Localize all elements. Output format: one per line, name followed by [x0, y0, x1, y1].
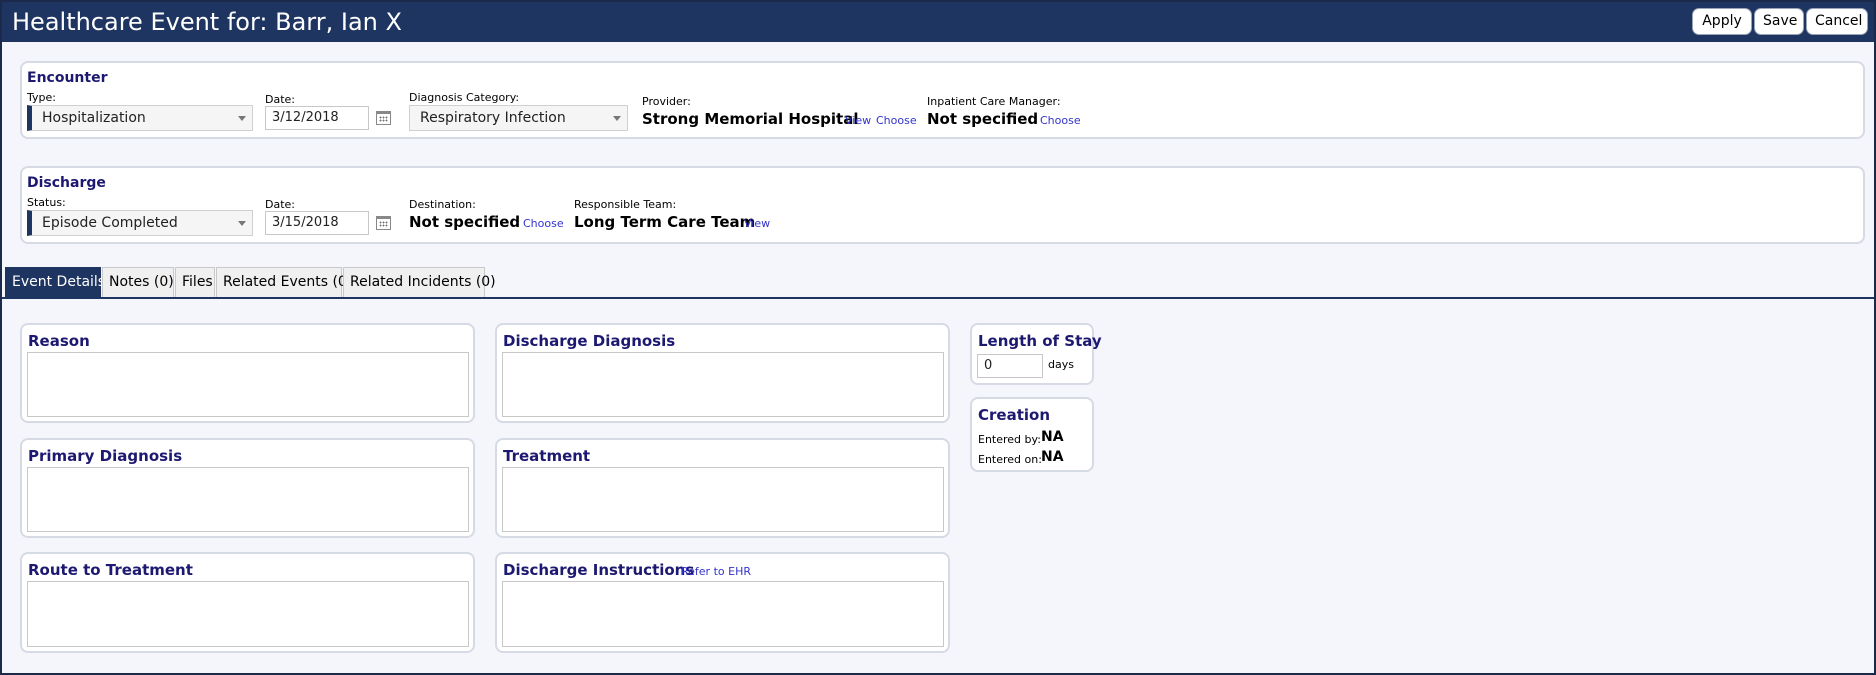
- reason-textarea[interactable]: [27, 352, 469, 417]
- diagnosis-category-label: Diagnosis Category:: [409, 91, 520, 104]
- chevron-down-icon: [238, 116, 246, 121]
- tab-related-events[interactable]: Related Events (0): [216, 267, 352, 297]
- chevron-down-icon: [238, 221, 246, 226]
- encounter-type-select[interactable]: Hospitalization: [27, 105, 253, 131]
- destination-label: Destination:: [409, 198, 476, 211]
- length-of-stay-card: Length of Stay 0 days: [970, 323, 1102, 385]
- creation-title: Creation: [978, 406, 1050, 424]
- responsible-team-label: Responsible Team:: [574, 198, 677, 211]
- tab-files[interactable]: Files: [175, 267, 215, 297]
- discharge-instructions-card: Discharge Instructions Refer to EHR: [495, 552, 950, 653]
- primary-diagnosis-textarea[interactable]: [27, 467, 469, 532]
- diagnosis-category-select[interactable]: Respiratory Infection: [409, 105, 628, 131]
- primary-diagnosis-card: Primary Diagnosis: [20, 438, 475, 538]
- cancel-button[interactable]: Cancel: [1806, 8, 1868, 35]
- diagnosis-category-value: Respiratory Infection: [420, 110, 566, 126]
- encounter-date-label: Date:: [265, 93, 295, 106]
- treatment-card: Treatment: [495, 438, 950, 538]
- chevron-down-icon: [613, 116, 621, 121]
- treatment-title: Treatment: [503, 447, 591, 465]
- encounter-title: Encounter: [27, 70, 108, 86]
- route-to-treatment-title: Route to Treatment: [28, 561, 193, 579]
- discharge-date-label: Date:: [265, 198, 295, 211]
- discharge-instructions-textarea[interactable]: [502, 581, 944, 647]
- discharge-diagnosis-title: Discharge Diagnosis: [503, 332, 676, 350]
- reason-card: Reason: [20, 323, 475, 423]
- destination-choose-link[interactable]: Choose: [523, 217, 564, 230]
- treatment-textarea[interactable]: [502, 467, 944, 532]
- reason-title: Reason: [28, 332, 90, 350]
- encounter-date-input[interactable]: 3/12/2018: [265, 106, 369, 130]
- provider-choose-link[interactable]: Choose: [876, 114, 917, 127]
- save-button[interactable]: Save: [1754, 8, 1804, 35]
- inpatient-care-manager-label: Inpatient Care Manager:: [927, 95, 1061, 108]
- page-title: Healthcare Event for: Barr, Ian X: [12, 8, 402, 36]
- route-to-treatment-textarea[interactable]: [27, 581, 469, 647]
- discharge-diagnosis-textarea[interactable]: [502, 352, 944, 417]
- encounter-type-label: Type:: [27, 91, 56, 104]
- tab-related-incidents[interactable]: Related Incidents (0): [343, 267, 496, 297]
- destination-value: Not specified: [409, 213, 521, 231]
- inpatient-care-manager-value: Not specified: [927, 110, 1039, 128]
- creation-card: Creation Entered by: NA Entered on: NA: [970, 397, 1094, 472]
- primary-diagnosis-title: Primary Diagnosis: [28, 447, 183, 465]
- calendar-icon[interactable]: [376, 111, 391, 125]
- length-of-stay-input[interactable]: 0: [977, 354, 1043, 378]
- responsible-team-value: Long Term Care Team: [574, 213, 756, 231]
- provider-label: Provider:: [642, 95, 691, 108]
- length-of-stay-unit: days: [1048, 358, 1074, 371]
- discharge-status-label: Status:: [27, 196, 66, 209]
- entered-by-label: Entered by:: [978, 433, 1041, 446]
- tab-notes[interactable]: Notes (0): [102, 267, 174, 297]
- entered-on-value: NA: [1041, 449, 1064, 465]
- discharge-instructions-title: Discharge Instructions: [503, 561, 695, 579]
- responsible-team-view-link[interactable]: View: [744, 217, 770, 230]
- inpatient-care-manager-choose-link[interactable]: Choose: [1040, 114, 1081, 127]
- discharge-title: Discharge: [27, 175, 106, 191]
- provider-value: Strong Memorial Hospital: [642, 110, 859, 128]
- discharge-status-value: Episode Completed: [42, 215, 178, 231]
- apply-button[interactable]: Apply: [1692, 8, 1752, 35]
- discharge-status-select[interactable]: Episode Completed: [27, 210, 253, 236]
- page-header: Healthcare Event for: Barr, Ian X: [2, 2, 1874, 42]
- entered-by-value: NA: [1041, 429, 1064, 445]
- discharge-date-input[interactable]: 3/15/2018: [265, 211, 369, 235]
- provider-view-link[interactable]: View: [845, 114, 871, 127]
- discharge-diagnosis-card: Discharge Diagnosis: [495, 323, 950, 423]
- entered-on-label: Entered on:: [978, 453, 1042, 466]
- length-of-stay-title: Length of Stay: [978, 332, 1102, 350]
- calendar-icon[interactable]: [376, 216, 391, 230]
- route-to-treatment-card: Route to Treatment: [20, 552, 475, 653]
- refer-to-ehr-link[interactable]: Refer to EHR: [681, 565, 751, 578]
- encounter-type-value: Hospitalization: [42, 110, 146, 126]
- tab-event-details[interactable]: Event Details: [5, 267, 105, 297]
